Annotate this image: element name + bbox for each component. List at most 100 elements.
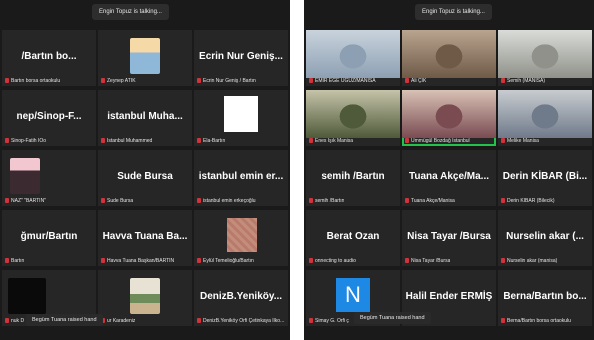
- participant-tile[interactable]: Nisa Tayar /Bursa Nisa Tayar /Bursa: [402, 210, 496, 266]
- participant-name-label: Havva Tuana Başkan/BARTIN: [101, 258, 174, 264]
- muted-mic-icon: [501, 78, 505, 84]
- profile-picture: [227, 218, 257, 252]
- participant-name-label: Sinop-Fatih İÖo: [5, 138, 46, 144]
- participant-tile[interactable]: Eylül Temelioğlu/Bartın: [194, 210, 288, 266]
- muted-mic-icon: [309, 138, 313, 144]
- muted-mic-icon: [405, 198, 409, 204]
- participant-name-large: istanbul emin er...: [198, 171, 284, 182]
- participant-tile[interactable]: istanbul Muha... İstanbul Muhammed: [98, 90, 192, 146]
- participant-video: [402, 90, 496, 138]
- participant-name-label: Enes Işık Manisa: [309, 138, 353, 144]
- raised-hand-toast: Begüm Tuana raised hand: [354, 312, 431, 324]
- participant-video: [498, 30, 592, 78]
- participant-tile[interactable]: NAZ" "BARTIN": [2, 150, 96, 206]
- muted-mic-icon: [309, 258, 313, 264]
- muted-mic-icon: [501, 258, 505, 264]
- avatar: N: [336, 278, 370, 312]
- participant-tile[interactable]: Nurselin akar (... Nurselin akar (manisa): [498, 210, 592, 266]
- muted-mic-icon: [197, 318, 201, 324]
- participant-tile[interactable]: ur Karadeniz: [98, 270, 192, 326]
- muted-mic-icon: [197, 198, 201, 204]
- profile-picture: [130, 278, 160, 314]
- right-meeting-window: Engin Topuz is talking... EMİR EGE UĞUZ/…: [304, 0, 594, 340]
- participant-name-large: Berat Ozan: [326, 231, 380, 242]
- muted-mic-icon: [101, 138, 105, 144]
- participant-video: [498, 90, 592, 138]
- participant-tile[interactable]: Zeynep ATİK: [98, 30, 192, 86]
- participant-name-large: istanbul Muha...: [107, 111, 183, 122]
- participant-tile[interactable]: nep/Sinop-F... Sinop-Fatih İÖo: [2, 90, 96, 146]
- participant-tile[interactable]: Ela-Bartın: [194, 90, 288, 146]
- participant-tile[interactable]: Tuana Akçe/Ma... Tuana Akçe/Manisa: [402, 150, 496, 206]
- participant-name-label: Semih (MANİSA): [501, 78, 545, 84]
- muted-mic-icon: [5, 78, 9, 84]
- participant-name-label: Ümmügül Bozdağ İstanbul: [405, 138, 470, 144]
- muted-mic-icon: [405, 258, 409, 264]
- participant-name-label: Nurselin akar (manisa): [501, 258, 557, 264]
- profile-picture: [8, 278, 46, 314]
- participant-name-large: Berna/Bartın bo...: [503, 291, 587, 302]
- participant-tile[interactable]: Sude Bursa Sude Bursa: [98, 150, 192, 206]
- participant-name-label: DenizB.Yeniköy Örfi Çetinkaya İlko...: [197, 318, 284, 324]
- participant-name-label: Sude Bursa: [101, 198, 133, 204]
- participant-name-label: Ali ÇİK: [405, 78, 426, 84]
- participant-name-large: Tuana Akçe/Ma...: [408, 171, 490, 182]
- muted-mic-icon: [501, 318, 505, 324]
- participant-name-label: onnecting to audio: [309, 258, 356, 264]
- participant-name-large: Havva Tuana Ba...: [102, 231, 188, 242]
- muted-mic-icon: [101, 258, 105, 264]
- participant-name-label: Eylül Temelioğlu/Bartın: [197, 258, 254, 264]
- participant-tile[interactable]: Berna/Bartın bo... Berna/Bartın borsa ort…: [498, 270, 592, 326]
- muted-mic-icon: [501, 198, 505, 204]
- profile-picture: [224, 96, 258, 132]
- participant-name-label: ur Karadeniz: [101, 318, 135, 324]
- muted-mic-icon: [197, 258, 201, 264]
- participant-name-large: Ecrin Nur Geniş...: [199, 51, 283, 62]
- participant-video: [306, 30, 400, 78]
- participant-name-large: Halil Ender ERMİŞ: [405, 291, 493, 302]
- muted-mic-icon: [197, 138, 201, 144]
- participant-name-label: nuk D: [5, 318, 24, 324]
- muted-mic-icon: [309, 318, 313, 324]
- participant-tile[interactable]: Enes Işık Manisa: [306, 90, 400, 146]
- participant-name-label: Nisa Tayar /Bursa: [405, 258, 450, 264]
- participant-name-label: Ecrin Nur Geniş / Bartın: [197, 78, 256, 84]
- participant-name-label: Berna/Bartın borsa ortaokulu: [501, 318, 571, 324]
- profile-picture: [130, 38, 160, 74]
- participant-tile[interactable]: Ali ÇİK: [402, 30, 496, 86]
- muted-mic-icon: [501, 138, 505, 144]
- participant-video: [306, 90, 400, 138]
- participant-tile[interactable]: Melike Manisa: [498, 90, 592, 146]
- participant-tile[interactable]: EMİR EGE UĞUZ/MANİSA: [306, 30, 400, 86]
- left-meeting-window: Engin Topuz is talking... /Bartın bo... B…: [0, 0, 290, 340]
- participant-tile[interactable]: Berat Ozan onnecting to audio: [306, 210, 400, 266]
- active-speaker-banner: Engin Topuz is talking...: [92, 4, 169, 20]
- participant-name-label: Zeynep ATİK: [101, 78, 136, 84]
- participant-video: [402, 30, 496, 78]
- participant-name-label: Simay G. Örfi ç: [309, 318, 349, 324]
- participant-name-large: nep/Sinop-F...: [16, 111, 82, 122]
- participant-name-large: /Bartın bo...: [21, 51, 77, 62]
- participant-name-label: Melike Manisa: [501, 138, 539, 144]
- participant-name-large: Nisa Tayar /Bursa: [407, 231, 491, 242]
- participant-tile[interactable]: semih /Bartın semih /Bartın: [306, 150, 400, 206]
- participant-tile[interactable]: /Bartın bo... Bartın borsa ortaokulu: [2, 30, 96, 86]
- participant-name-large: DenizB.Yeniköy...: [199, 291, 283, 302]
- participant-tile[interactable]: Semih (MANİSA): [498, 30, 592, 86]
- participant-tile[interactable]: DenizB.Yeniköy... DenizB.Yeniköy Örfi Çet…: [194, 270, 288, 326]
- participant-name-label: NAZ" "BARTIN": [5, 198, 46, 204]
- participant-tile[interactable]: Havva Tuana Ba... Havva Tuana Başkan/BART…: [98, 210, 192, 266]
- muted-mic-icon: [405, 138, 409, 144]
- muted-mic-icon: [5, 318, 9, 324]
- muted-mic-icon: [309, 78, 313, 84]
- participant-tile[interactable]: Derin KİBAR (Bi... Derin KİBAR (Bilecik): [498, 150, 592, 206]
- participant-grid: /Bartın bo... Bartın borsa ortaokulu Zeyne…: [0, 30, 290, 336]
- muted-mic-icon: [5, 198, 9, 204]
- participant-tile[interactable]: Ümmügül Bozdağ İstanbul: [402, 90, 496, 146]
- participant-tile[interactable]: ğmur/Bartın Bartın: [2, 210, 96, 266]
- raised-hand-toast: Begüm Tuana raised hand: [26, 314, 103, 326]
- participant-tile[interactable]: istanbul emin er... istanbul emin erkeçoğ…: [194, 150, 288, 206]
- participant-name-large: Sude Bursa: [117, 171, 173, 182]
- participant-name-label: EMİR EGE UĞUZ/MANİSA: [309, 78, 376, 84]
- participant-tile[interactable]: Ecrin Nur Geniş... Ecrin Nur Geniş / Bart…: [194, 30, 288, 86]
